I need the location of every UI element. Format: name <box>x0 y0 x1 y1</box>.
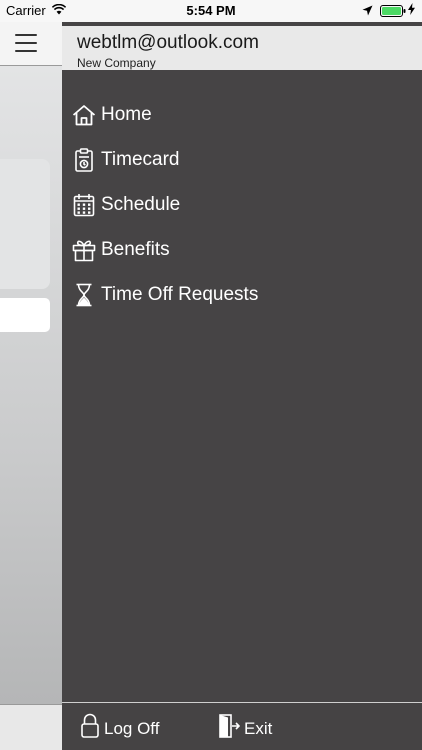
menu-item-label: Schedule <box>101 193 181 215</box>
app-screen: Carrier 5:54 PM webtlm@outlook.com New C… <box>0 0 422 750</box>
battery-icon <box>380 5 406 20</box>
company-name: New Company <box>77 56 156 70</box>
status-bar: Carrier 5:54 PM <box>0 0 422 22</box>
calendar-icon <box>72 193 96 217</box>
clock: 5:54 PM <box>186 3 236 18</box>
log-off-button[interactable]: Log Off <box>80 713 159 744</box>
background-card <box>0 159 50 289</box>
log-off-label: Log Off <box>104 718 160 738</box>
drawer-menu: Home Timecard Schedule Benefits Time Off… <box>62 92 422 317</box>
menu-item-timecard[interactable]: Timecard <box>62 137 422 182</box>
hamburger-menu-icon[interactable] <box>15 34 37 52</box>
menu-item-home[interactable]: Home <box>62 92 422 137</box>
menu-item-label: Home <box>101 103 152 125</box>
charging-bolt-icon <box>408 3 415 18</box>
exit-door-icon <box>218 713 241 744</box>
gift-icon <box>72 238 96 262</box>
exit-label: Exit <box>244 718 273 738</box>
drawer-footer: Log Off Exit <box>62 702 422 750</box>
menu-item-time-off-requests[interactable]: Time Off Requests <box>62 272 422 317</box>
lock-icon <box>80 713 100 744</box>
menu-item-schedule[interactable]: Schedule <box>62 182 422 227</box>
menu-item-label: Benefits <box>101 238 170 260</box>
hourglass-icon <box>72 283 96 307</box>
home-icon <box>72 103 96 127</box>
location-arrow-icon <box>362 4 373 19</box>
background-header <box>0 22 62 66</box>
menu-item-label: Time Off Requests <box>101 283 259 305</box>
exit-button[interactable]: Exit <box>218 713 272 744</box>
menu-item-benefits[interactable]: Benefits <box>62 227 422 272</box>
drawer-header: webtlm@outlook.com New Company <box>62 26 422 70</box>
user-email: webtlm@outlook.com <box>77 32 259 53</box>
background-field <box>0 298 50 332</box>
timecard-icon <box>72 147 96 172</box>
menu-item-label: Timecard <box>101 148 180 170</box>
background-footer <box>0 704 62 750</box>
navigation-drawer: webtlm@outlook.com New Company Home Time… <box>62 22 422 750</box>
background-page <box>0 22 62 750</box>
